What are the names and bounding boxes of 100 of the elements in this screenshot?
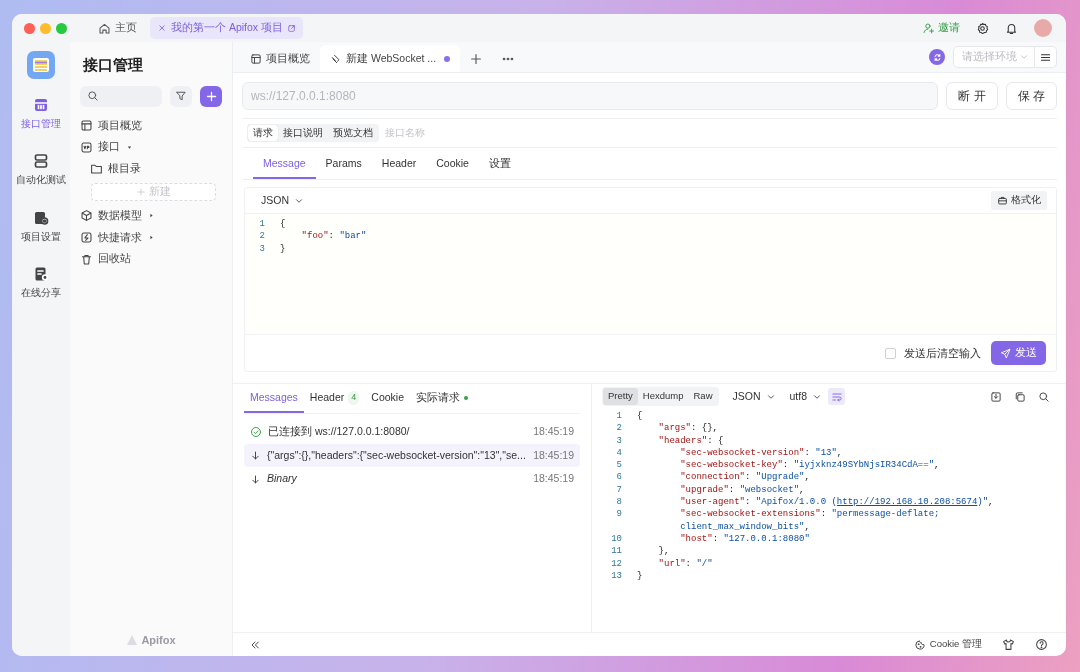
download-icon [990, 390, 1002, 403]
arrow-down-icon [250, 473, 261, 485]
send-button[interactable]: 发送 [991, 341, 1046, 365]
mode-tab[interactable]: 请求 [248, 125, 278, 142]
code-line: { [636, 410, 643, 423]
message-time: 18:45:19 [533, 471, 574, 487]
tree-item[interactable]: 数据模型 [76, 204, 226, 227]
line-number: 2 [615, 422, 622, 435]
code-line: } [636, 569, 643, 583]
message-row[interactable]: {"args":{},"headers":{"sec-websocket-version":"13","se... 18:45:19 [244, 443, 580, 468]
tab[interactable]: Cookie [426, 152, 479, 179]
line-number: 11 [610, 545, 622, 558]
shirt-icon [1002, 638, 1015, 651]
sync-icon [931, 51, 943, 63]
tab[interactable]: Params [315, 152, 372, 179]
message-text: Binary [267, 471, 298, 487]
code-line: "connection": "Upgrade", [679, 471, 810, 484]
share-icon [33, 265, 49, 282]
checkbox[interactable] [885, 347, 896, 359]
rail-item[interactable]: 项目设置 [12, 205, 70, 248]
format-button[interactable]: 格式化 [991, 191, 1047, 210]
code-line: "sec-websocket-version": "13", [679, 446, 843, 460]
folder-icon [90, 162, 103, 176]
tree-item[interactable]: 项目概览 [76, 114, 226, 137]
encoding-dropdown[interactable]: utf8 [789, 388, 823, 405]
line-number: 3 [258, 242, 265, 255]
view-tab[interactable]: Raw [688, 388, 718, 405]
api-icon [33, 97, 49, 113]
settings-icon [976, 21, 989, 35]
collapse-icon [249, 638, 261, 651]
tree-item[interactable]: 接口 [76, 136, 226, 158]
home-icon [98, 21, 111, 35]
format-dropdown[interactable]: JSON [732, 388, 776, 405]
layout-icon [250, 52, 262, 65]
lightning-icon [80, 230, 93, 244]
mode-tab[interactable]: 预览文档 [328, 125, 378, 142]
filter-button[interactable] [170, 85, 192, 107]
wrap-icon [830, 390, 843, 403]
bell-icon [1005, 21, 1018, 35]
code-line: "sec-websocket-extensions": "permessage-deflate; [679, 508, 940, 521]
code-line: }, [657, 545, 670, 558]
maximize-button[interactable] [56, 22, 67, 34]
line-number: 12 [610, 557, 622, 570]
line-number: 9 [615, 508, 622, 521]
action-button[interactable]: 断 开 [946, 82, 998, 110]
document-tab[interactable]: 项目概览 [240, 45, 320, 72]
code-line: "sec-websocket-key": "iyjxknz49SYbNjsIR34CdA==", [679, 459, 940, 472]
message-row[interactable]: 已连接到 ws://127.0.0.1:8080/ 18:45:19 [244, 419, 580, 444]
tree-item[interactable]: 快捷请求 [76, 226, 226, 249]
link[interactable]: http://192.168.10.208:5674 [836, 497, 978, 508]
layout-icon [80, 118, 93, 132]
mode-tab[interactable]: 接口说明 [278, 125, 328, 142]
tab[interactable]: Message [253, 152, 316, 179]
message-time: 18:45:19 [533, 447, 574, 463]
code-line: "headers": { [657, 434, 724, 447]
message-text: 已连接到 ws://127.0.0.1:8080/ [268, 423, 411, 439]
window-tab[interactable]: 我的第一个 Apifox 项目 [150, 17, 304, 39]
tab[interactable]: Header [371, 152, 427, 179]
plus-icon [469, 51, 483, 66]
settings-icon [33, 209, 49, 226]
server-icon [33, 153, 49, 170]
format-dropdown[interactable]: JSON [261, 192, 304, 209]
tree-item[interactable]: 回收站 [76, 248, 226, 270]
view-tab[interactable]: Hexdump [637, 388, 689, 405]
cookie-manager-button[interactable]: Cookie 管理 [909, 637, 986, 652]
rail-item[interactable]: 自动化测试 [12, 149, 70, 192]
menu-button[interactable] [1035, 46, 1057, 68]
code-line: "url": "/" [657, 557, 713, 570]
sync-button[interactable] [929, 49, 945, 65]
line-number: 1 [258, 218, 265, 231]
panel-title: 接口管理 [83, 55, 144, 75]
view-tab[interactable]: Pretty [603, 388, 638, 405]
document-tab[interactable]: 新建 WebSocket ... [320, 45, 460, 72]
add-button[interactable] [200, 85, 222, 107]
tab[interactable]: 实际请求 [410, 386, 474, 413]
message-text: {"args":{},"headers":{"sec-websocket-version":"13","se... [267, 447, 527, 463]
window-tab[interactable]: 主页 [91, 17, 144, 39]
search-field[interactable] [80, 85, 162, 107]
code-line: "user-agent": "Apifox/1.0.0 (http://192.168.10.208:5674)", [679, 496, 994, 509]
plus-icon [136, 186, 146, 197]
search-icon [1038, 390, 1050, 403]
close-icon [157, 23, 167, 33]
rail-item[interactable]: 在线分享 [12, 261, 70, 304]
message-row[interactable]: Binary 18:45:19 [244, 467, 580, 491]
line-number: 2 [258, 230, 265, 243]
tab[interactable]: Cookie [365, 386, 410, 413]
checkbox-label: 发送后清空输入 [904, 345, 981, 361]
count-badge: 4 [348, 391, 360, 405]
wrap-button[interactable] [828, 388, 846, 405]
api-icon [80, 140, 93, 154]
app-logo [27, 51, 55, 79]
tree-item[interactable]: 根目录 [76, 158, 226, 180]
rail-item[interactable]: 接口管理 [12, 93, 70, 136]
tab[interactable]: Messages [244, 386, 304, 413]
tab[interactable]: 设置 [478, 152, 521, 179]
action-button[interactable]: 保 存 [1005, 82, 1057, 110]
tab[interactable]: Header 4 [303, 386, 366, 413]
line-number: 8 [615, 496, 622, 509]
trash-icon [80, 252, 93, 266]
close-button[interactable] [24, 22, 35, 34]
